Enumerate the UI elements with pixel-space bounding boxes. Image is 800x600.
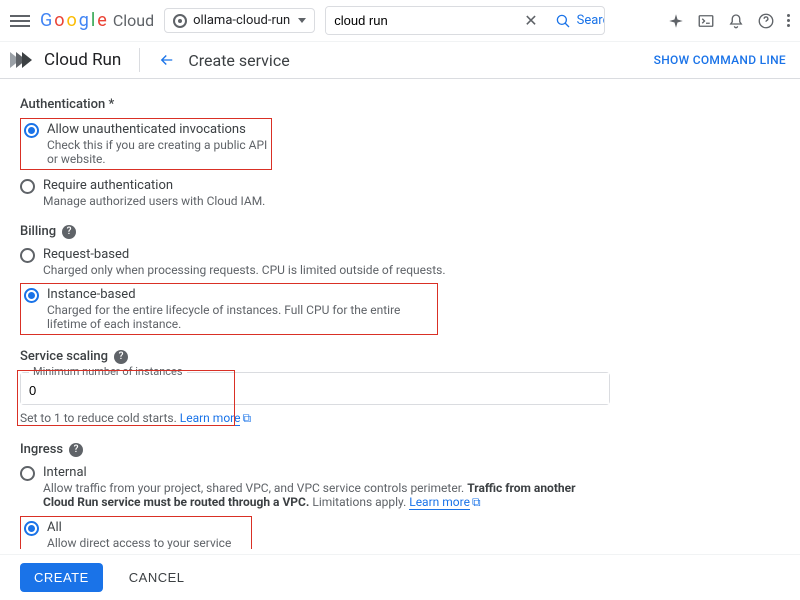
clear-icon[interactable]: ✕ [518,11,543,30]
cloud-shell-icon[interactable] [697,12,715,30]
bell-icon[interactable] [727,12,745,30]
help-icon[interactable]: ? [69,443,83,457]
min-instances-field: Minimum number of instances [20,372,610,405]
external-link-icon: ⧉ [242,411,251,426]
billing-heading: Billing ? [20,224,780,239]
product-name[interactable]: Cloud Run [44,50,121,70]
help-icon[interactable]: ? [114,350,128,364]
authentication-heading: Authentication * [20,97,780,112]
radio-require-authentication[interactable] [20,179,35,194]
cloud-run-icon [14,52,32,68]
gemini-icon[interactable] [667,12,685,30]
radio-ingress-all[interactable] [24,521,39,536]
radio-ingress-internal[interactable] [20,466,35,481]
back-arrow-icon[interactable] [158,51,176,69]
project-name: ollama-cloud-run [193,13,290,28]
radio-allow-unauthenticated[interactable] [24,123,39,138]
cancel-button[interactable]: CANCEL [123,569,191,586]
radio-label: Internal [43,465,603,480]
search-box: ✕ Search [325,6,605,35]
external-link-icon: ⧉ [472,495,481,510]
radio-desc: Charged for the entire lifecycle of inst… [47,303,434,331]
field-hint: Set to 1 to reduce cold starts. Learn mo… [20,411,610,426]
project-picker[interactable]: ollama-cloud-run [164,8,315,33]
search-input[interactable] [326,7,518,34]
ingress-heading: Ingress ? [20,442,780,457]
search-icon [554,12,572,30]
learn-more-link[interactable]: Learn more [409,495,470,510]
radio-label: Require authentication [43,178,265,193]
more-icon[interactable] [787,14,790,27]
field-label: Minimum number of instances [29,365,187,378]
radio-desc: Check this if you are creating a public … [47,138,268,166]
radio-label: Instance-based [47,287,434,302]
help-icon[interactable] [757,12,775,30]
radio-desc: Charged only when processing requests. C… [43,263,446,277]
radio-label: All [47,520,248,535]
radio-desc: Allow traffic from your project, shared … [43,481,603,510]
help-icon[interactable]: ? [62,225,76,239]
learn-more-link[interactable]: Learn more [180,411,241,426]
radio-instance-based[interactable] [24,288,39,303]
scaling-heading: Service scaling ? [20,349,780,364]
page-title: Create service [188,51,289,70]
create-button[interactable]: CREATE [20,563,103,592]
radio-desc: Allow direct access to your service from… [47,536,248,549]
menu-icon[interactable] [10,11,30,31]
radio-request-based[interactable] [20,248,35,263]
search-button[interactable]: Search [544,12,606,30]
divider [139,48,140,72]
project-icon [173,14,187,28]
show-command-line-link[interactable]: SHOW COMMAND LINE [654,53,786,67]
google-cloud-logo[interactable]: Google Cloud [40,10,154,31]
radio-label: Request-based [43,247,446,262]
chevron-down-icon [298,18,306,23]
radio-label: Allow unauthenticated invocations [47,122,268,137]
radio-desc: Manage authorized users with Cloud IAM. [43,194,265,208]
